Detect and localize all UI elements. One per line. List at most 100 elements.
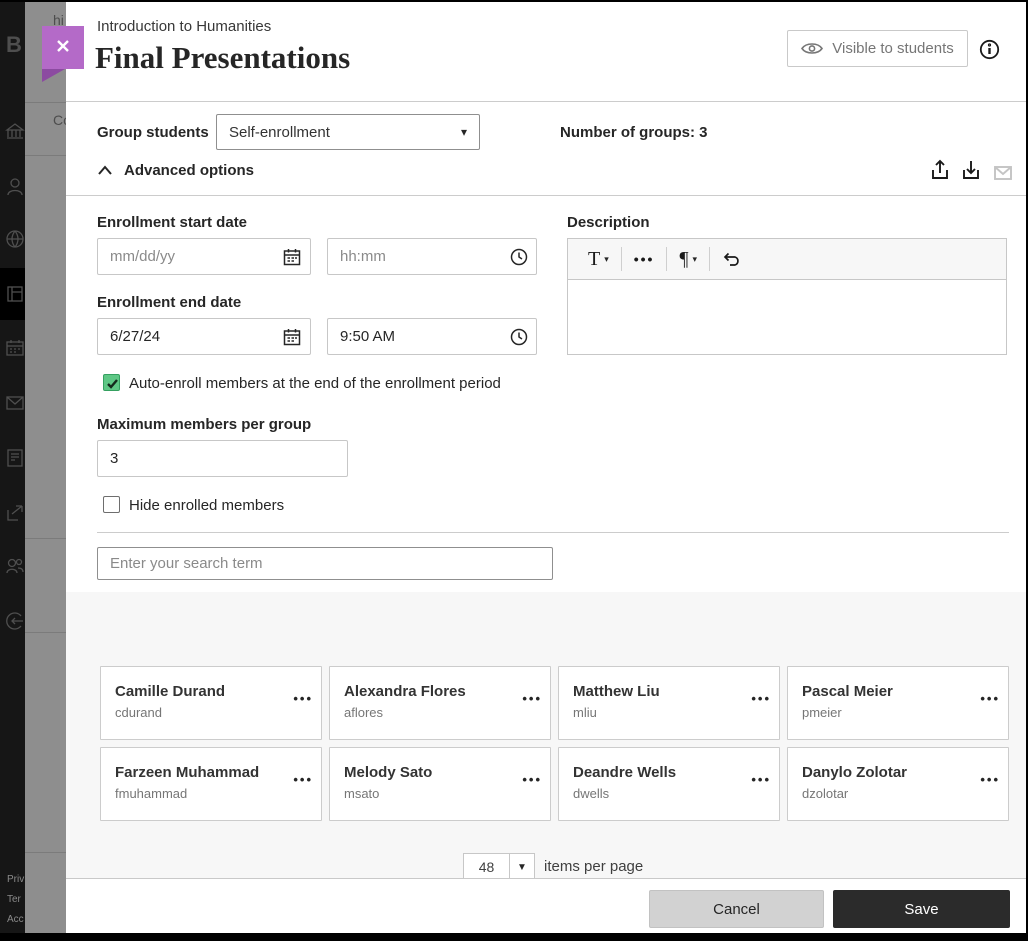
grades-icon[interactable] <box>4 447 26 469</box>
action-footer: Cancel Save <box>66 878 1026 933</box>
student-menu-icon[interactable]: ••• <box>751 691 771 706</box>
description-label: Description <box>567 214 650 231</box>
search-input[interactable] <box>97 547 553 580</box>
text-style-button[interactable]: T ▾ <box>576 246 621 272</box>
items-per-page-label: items per page <box>544 858 644 875</box>
paragraph-button[interactable]: ¶ ▾ <box>667 246 709 272</box>
cancel-button[interactable]: Cancel <box>649 890 824 928</box>
import-icon[interactable] <box>959 158 983 184</box>
advanced-options-label: Advanced options <box>124 162 255 179</box>
group-students-select[interactable]: Self-enrollment ▾ <box>216 114 480 150</box>
enrollment-end-label: Enrollment end date <box>97 294 242 311</box>
student-username: pmeier <box>802 705 842 720</box>
student-card: Matthew Liu mliu ••• <box>558 666 780 740</box>
student-card: Alexandra Flores aflores ••• <box>329 666 551 740</box>
student-menu-icon[interactable]: ••• <box>293 772 313 787</box>
student-name: Matthew Liu <box>573 683 660 700</box>
privacy-link[interactable]: Priv <box>7 874 27 885</box>
start-date-input[interactable] <box>97 238 311 275</box>
overlay-divider <box>25 155 66 156</box>
undo-icon[interactable] <box>710 246 754 272</box>
max-members-label: Maximum members per group <box>97 416 312 433</box>
end-date-input[interactable] <box>97 318 311 355</box>
auto-enroll-checkbox[interactable] <box>103 374 120 391</box>
number-of-groups: Number of groups: 3 <box>560 124 708 141</box>
more-options-button[interactable]: ••• <box>622 246 667 272</box>
groups-icon[interactable] <box>4 555 26 577</box>
globe-icon[interactable] <box>4 228 26 250</box>
student-card: Pascal Meier pmeier ••• <box>787 666 1009 740</box>
items-per-page-value: 48 <box>478 859 495 875</box>
hide-members-checkbox[interactable] <box>103 496 120 513</box>
checkmark-icon <box>107 379 118 389</box>
student-name: Deandre Wells <box>573 764 677 781</box>
brand-logo: B <box>6 32 22 57</box>
search-divider <box>97 532 1009 533</box>
student-card: Farzeen Muhammad fmuhammad ••• <box>100 747 322 821</box>
items-per-page-select[interactable]: 48 ▼ <box>463 853 535 881</box>
breadcrumb: Introduction to Humanities <box>97 18 272 35</box>
institution-icon[interactable] <box>4 121 26 143</box>
terms-link[interactable]: Ter <box>7 894 27 905</box>
student-name: Danylo Zolotar <box>802 764 908 781</box>
max-members-input[interactable] <box>97 440 348 477</box>
message-icon[interactable] <box>991 161 1015 187</box>
student-username: dwells <box>573 786 610 801</box>
advanced-options-toggle[interactable]: Advanced options <box>97 162 254 179</box>
chevron-down-icon: ▾ <box>460 125 467 139</box>
description-textarea[interactable] <box>567 279 1007 355</box>
student-name: Melody Sato <box>344 764 433 781</box>
end-time-input[interactable] <box>327 318 537 355</box>
overlay-text-fragment: Co <box>53 112 66 128</box>
sign-out-icon[interactable] <box>4 610 26 632</box>
student-menu-icon[interactable]: ••• <box>980 691 1000 706</box>
student-name: Farzeen Muhammad <box>115 764 260 781</box>
chevron-down-icon: ▼ <box>517 861 527 873</box>
student-menu-icon[interactable]: ••• <box>522 691 542 706</box>
student-card: Melody Sato msato ••• <box>329 747 551 821</box>
student-menu-icon[interactable]: ••• <box>980 772 1000 787</box>
student-card: Deandre Wells dwells ••• <box>558 747 780 821</box>
start-time-input[interactable] <box>327 238 537 275</box>
overlay-divider <box>25 852 66 853</box>
app-sidebar: B Priv Ter Acc <box>0 2 25 933</box>
student-username: fmuhammad <box>115 786 188 801</box>
student-username: cdurand <box>115 705 162 720</box>
profile-icon[interactable] <box>4 176 26 198</box>
student-card: Camille Durand cdurand ••• <box>100 666 322 740</box>
accessibility-link[interactable]: Acc <box>7 914 27 925</box>
student-card: Danylo Zolotar dzolotar ••• <box>787 747 1009 821</box>
student-menu-icon[interactable]: ••• <box>522 772 542 787</box>
section-divider <box>66 195 1026 196</box>
student-menu-icon[interactable]: ••• <box>751 772 771 787</box>
student-name: Pascal Meier <box>802 683 893 700</box>
visibility-label: Visible to students <box>832 40 954 57</box>
calendar-icon[interactable] <box>4 337 26 359</box>
hide-members-label: Hide enrolled members <box>129 497 285 514</box>
close-panel-button[interactable] <box>42 26 84 69</box>
info-icon[interactable] <box>979 39 1000 60</box>
group-students-value: Self-enrollment <box>229 123 330 141</box>
overlay-divider <box>25 538 66 539</box>
visibility-dropdown[interactable]: Visible to students <box>787 30 968 67</box>
header-divider <box>66 101 1026 102</box>
editor-toolbar: T ▾ ••• ¶ ▾ <box>567 238 1007 279</box>
auto-enroll-label: Auto-enroll members at the end of the en… <box>129 375 501 392</box>
student-name: Alexandra Flores <box>344 683 466 700</box>
group-settings-panel: Introduction to Humanities Final Present… <box>66 2 1026 933</box>
messages-icon[interactable] <box>4 392 26 414</box>
student-name: Camille Durand <box>115 683 226 700</box>
courses-icon[interactable] <box>4 283 26 305</box>
dimmed-page-overlay: hi Co <box>25 2 66 933</box>
student-username: msato <box>344 786 380 801</box>
student-menu-icon[interactable]: ••• <box>293 691 313 706</box>
overlay-divider <box>25 102 66 103</box>
student-username: mliu <box>573 705 597 720</box>
enrollment-start-label: Enrollment start date <box>97 214 248 231</box>
tools-icon[interactable] <box>4 502 26 524</box>
page-title: Final Presentations <box>95 40 351 75</box>
chevron-up-icon <box>98 165 112 175</box>
eye-icon <box>801 43 824 54</box>
save-button[interactable]: Save <box>833 890 1010 928</box>
export-icon[interactable] <box>928 158 952 184</box>
